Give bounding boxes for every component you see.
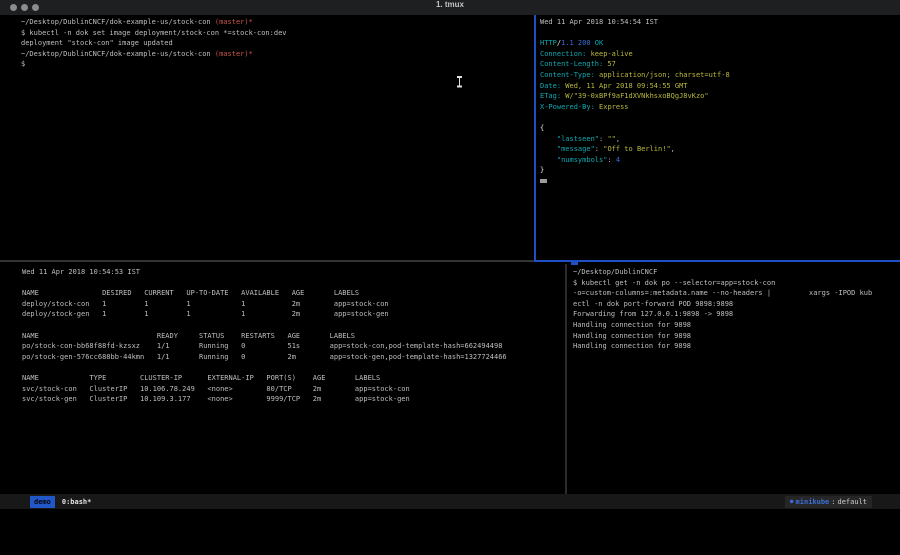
terminal-cursor xyxy=(540,179,547,183)
terminal-line: $ xyxy=(21,59,554,70)
terminal-line: Handling connection for 9898 xyxy=(573,320,900,331)
kubernetes-icon: ● xyxy=(790,498,794,505)
terminal-line xyxy=(22,320,587,331)
pane-bottom-right-port-forward[interactable]: ~/Desktop/DublinCNCF$ kubectl get -n dok… xyxy=(567,262,900,499)
terminal-line: "lastseen": "", xyxy=(540,134,900,145)
tmux-status-bar: demo 0:bash* ● minikube : default xyxy=(0,494,900,509)
cluster-name: minikube xyxy=(796,498,830,506)
namespace-name: default xyxy=(837,498,867,506)
terminal-line: ~/Desktop/DublinCNCF/dok-example-us/stoc… xyxy=(21,17,554,28)
terminal-line: deployment "stock-con" image updated xyxy=(21,38,554,49)
terminal-line: X-Powered-By: Express xyxy=(540,102,900,113)
mouse-ibeam-cursor-icon xyxy=(457,76,462,87)
terminal-line: Forwarding from 127.0.0.1:9898 -> 9898 xyxy=(573,309,900,320)
session-name-badge[interactable]: demo xyxy=(30,496,55,508)
terminal-line: $ kubectl get -n dok po --selector=app=s… xyxy=(573,278,900,289)
terminal-line: Handling connection for 9898 xyxy=(573,341,900,352)
context-separator: : xyxy=(831,498,835,506)
terminal-line: "message": "Off to Berlin!", xyxy=(540,144,900,155)
terminal-line: ETag: W/"39-0xBPf9aF1dXVNkhsxoBQgJ8vKzo" xyxy=(540,91,900,102)
terminal-line: Wed 11 Apr 2018 10:54:54 IST xyxy=(540,17,900,28)
terminal-line: NAME READY STATUS RESTARTS AGE LABELS xyxy=(22,331,587,342)
active-pane-marker xyxy=(571,262,578,265)
terminal-line: po/stock-con-bb68f88fd-kzsxz 1/1 Running… xyxy=(22,341,587,352)
terminal-line xyxy=(22,278,587,289)
terminal-line: deploy/stock-gen 1 1 1 1 2m app=stock-ge… xyxy=(22,309,587,320)
terminal-line: po/stock-gen-576cc688bb-44kmn 1/1 Runnin… xyxy=(22,352,587,363)
terminal-line: -o=custom-columns=:metadata.name --no-he… xyxy=(573,288,900,299)
terminal-line: svc/stock-gen ClusterIP 10.109.3.177 <no… xyxy=(22,394,587,405)
screenshot-root: { "window": { "title": "1. tmux" }, "col… xyxy=(0,0,900,555)
terminal-line xyxy=(540,28,900,39)
terminal-area: ~/Desktop/DublinCNCF/dok-example-us/stoc… xyxy=(0,15,900,494)
terminal-line: svc/stock-con ClusterIP 10.106.78.249 <n… xyxy=(22,384,587,395)
terminal-line: Wed 11 Apr 2018 10:54:53 IST xyxy=(22,267,587,278)
terminal-line: Date: Wed, 11 Apr 2018 09:54:55 GMT xyxy=(540,81,900,92)
terminal-line: deploy/stock-con 1 1 1 1 2m app=stock-co… xyxy=(22,299,587,310)
terminal-line: Content-Length: 57 xyxy=(540,59,900,70)
terminal-line xyxy=(540,112,900,123)
window-tab-bash[interactable]: 0:bash* xyxy=(62,498,92,506)
terminal-line: } xyxy=(540,165,900,176)
pane-top-right-http-response[interactable]: Wed 11 Apr 2018 10:54:54 IST HTTP/1.1 20… xyxy=(537,15,900,262)
terminal-line: Connection: keep-alive xyxy=(540,49,900,60)
terminal-line: NAME DESIRED CURRENT UP-TO-DATE AVAILABL… xyxy=(22,288,587,299)
terminal-line: HTTP/1.1 200 OK xyxy=(540,38,900,49)
pane-top-left-shell[interactable]: ~/Desktop/DublinCNCF/dok-example-us/stoc… xyxy=(0,15,554,262)
window-title: 1. tmux xyxy=(0,0,900,15)
pane-divider-vertical-bottom[interactable] xyxy=(565,264,567,494)
terminal-line: ~/Desktop/DublinCNCF xyxy=(573,267,900,278)
terminal-line: Handling connection for 9898 xyxy=(573,331,900,342)
window-title-bar: 1. tmux xyxy=(0,0,900,16)
terminal-line: Content-Type: application/json; charset=… xyxy=(540,70,900,81)
pane-divider-vertical-top[interactable] xyxy=(534,15,536,261)
pane-bottom-left-kubectl-get[interactable]: Wed 11 Apr 2018 10:54:53 IST NAME DESIRE… xyxy=(0,262,587,499)
terminal-line xyxy=(540,176,900,187)
terminal-line: "numsymbols": 4 xyxy=(540,155,900,166)
pane-divider-horizontal-right[interactable] xyxy=(534,260,900,262)
terminal-line: $ kubectl -n dok set image deployment/st… xyxy=(21,28,554,39)
terminal-line: ~/Desktop/DublinCNCF/dok-example-us/stoc… xyxy=(21,49,554,60)
kube-context-badge: ● minikube : default xyxy=(785,496,872,508)
terminal-line: { xyxy=(540,123,900,134)
terminal-line: ectl -n dok port-forward POD 9898:9898 xyxy=(573,299,900,310)
terminal-line xyxy=(22,362,587,373)
pane-divider-horizontal-left[interactable] xyxy=(0,260,534,262)
terminal-line: NAME TYPE CLUSTER-IP EXTERNAL-IP PORT(S)… xyxy=(22,373,587,384)
